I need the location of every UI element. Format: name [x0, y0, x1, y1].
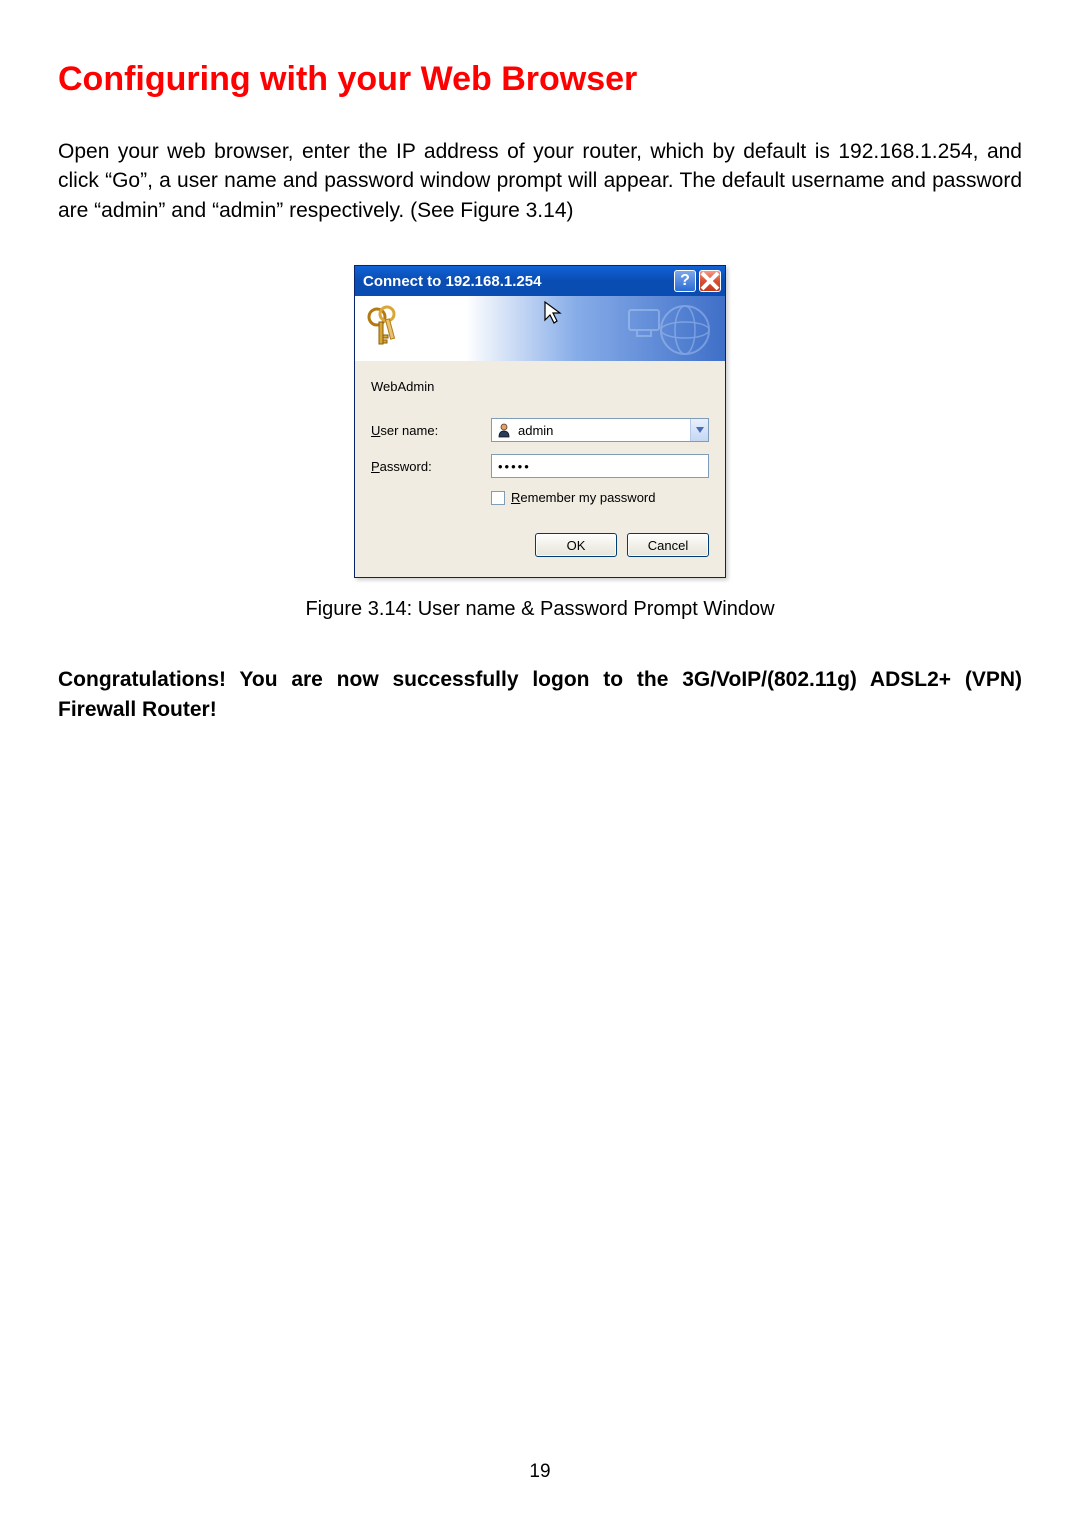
- dialog-title: Connect to 192.168.1.254: [363, 273, 671, 290]
- login-dialog: Connect to 192.168.1.254 ?: [354, 265, 726, 578]
- dialog-titlebar: Connect to 192.168.1.254 ?: [355, 266, 725, 296]
- username-value: admin: [518, 423, 690, 438]
- help-button[interactable]: ?: [674, 270, 696, 292]
- close-icon: [700, 271, 720, 291]
- remember-checkbox[interactable]: [491, 491, 505, 505]
- figure: Connect to 192.168.1.254 ?: [58, 265, 1022, 621]
- intro-paragraph: Open your web browser, enter the IP addr…: [58, 137, 1022, 225]
- dialog-buttons: OK Cancel: [371, 533, 709, 561]
- chevron-down-icon: [696, 427, 704, 433]
- password-label: Password:: [371, 459, 491, 474]
- username-label: User name:: [371, 423, 491, 438]
- figure-caption: Figure 3.14: User name & Password Prompt…: [58, 598, 1022, 621]
- password-input[interactable]: •••••: [491, 454, 709, 478]
- remember-row: Remember my password: [491, 490, 709, 505]
- dropdown-button[interactable]: [690, 419, 708, 441]
- password-row: Password: •••••: [371, 454, 709, 478]
- user-icon: [496, 422, 512, 438]
- dialog-banner: [355, 296, 725, 361]
- username-row: User name: admin: [371, 418, 709, 442]
- close-button[interactable]: [699, 270, 721, 292]
- ok-button[interactable]: OK: [535, 533, 617, 557]
- globe-decor-icon: [625, 302, 715, 361]
- dialog-body: WebAdmin User name: admin: [355, 361, 725, 577]
- page-number: 19: [0, 1461, 1080, 1483]
- username-input[interactable]: admin: [491, 418, 709, 442]
- remember-label: Remember my password: [511, 490, 656, 505]
- cursor-icon: [543, 300, 563, 331]
- realm-label: WebAdmin: [371, 379, 709, 394]
- keys-icon: [363, 305, 411, 353]
- congrats-paragraph: Congratulations! You are now successfull…: [58, 665, 1022, 724]
- page-title: Configuring with your Web Browser: [58, 60, 1022, 99]
- cancel-button[interactable]: Cancel: [627, 533, 709, 557]
